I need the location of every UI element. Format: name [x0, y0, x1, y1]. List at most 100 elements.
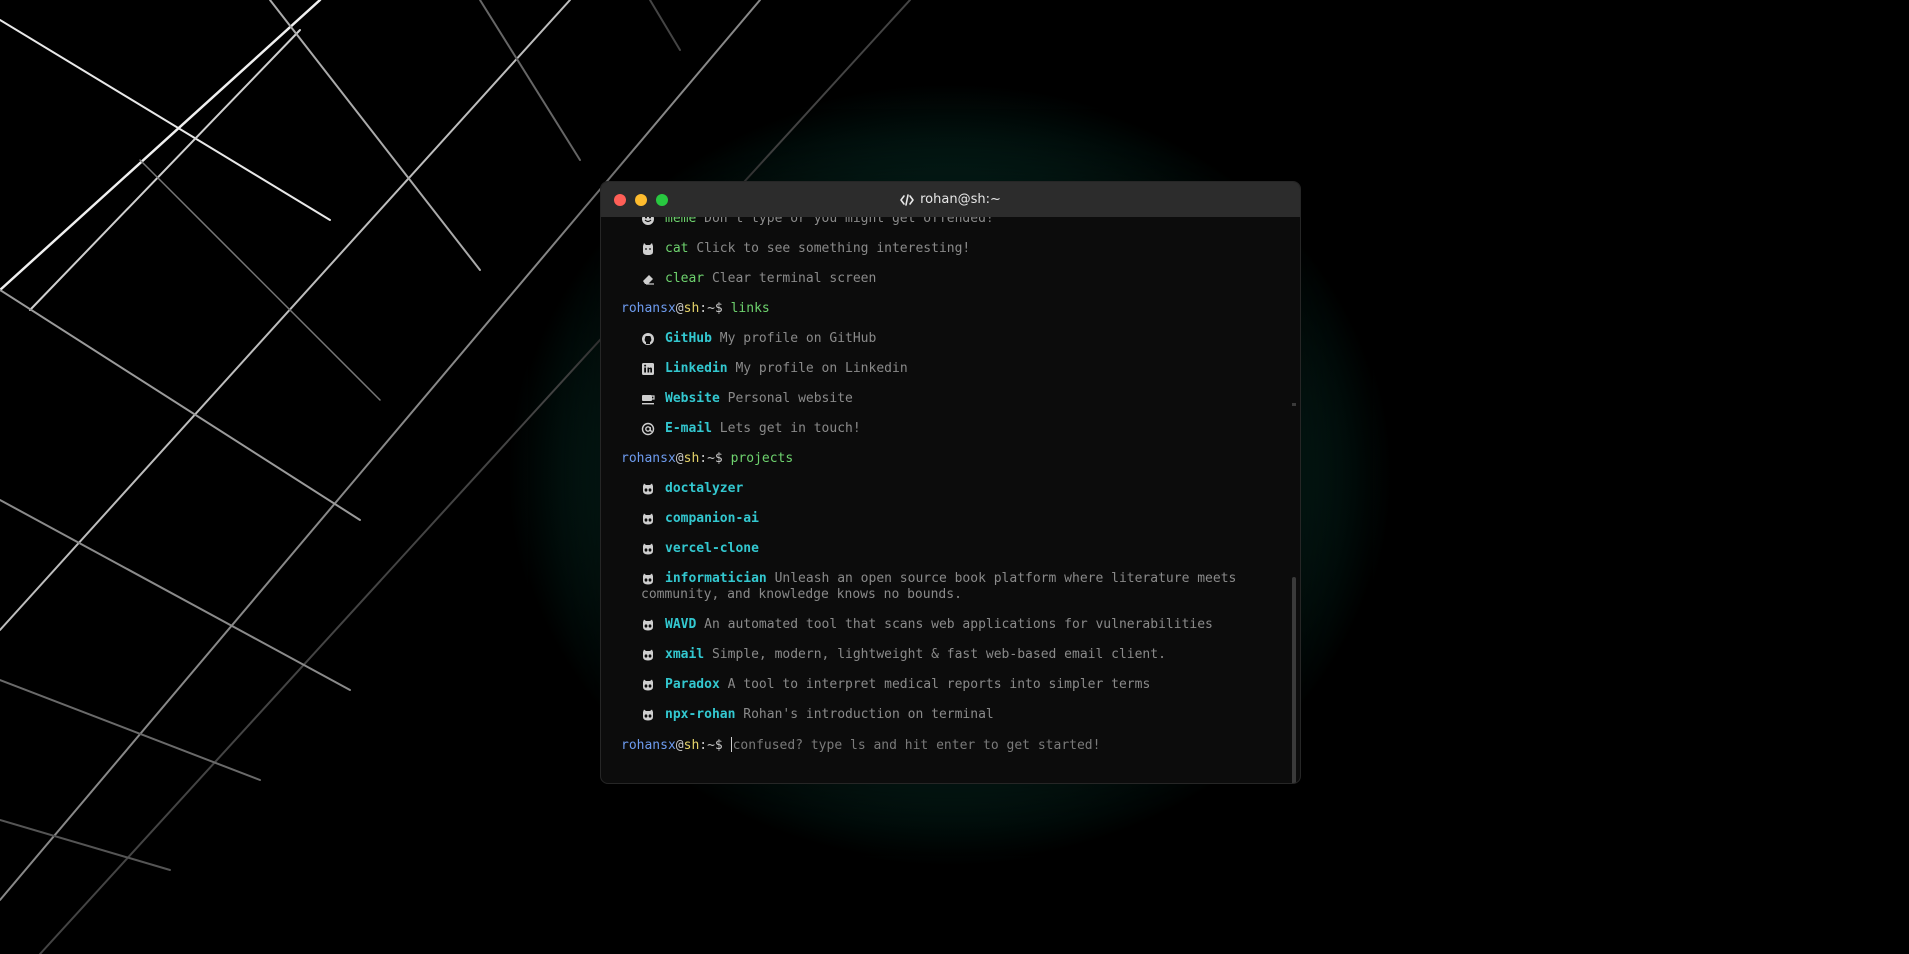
entry-name[interactable]: Paradox [665, 677, 720, 692]
help-item: cat Click to see something interesting! [621, 241, 1261, 257]
help-item: clear Clear terminal screen [621, 271, 1261, 287]
entry-name[interactable]: companion-ai [665, 511, 759, 526]
entry-text: clear Clear terminal screen [641, 271, 1261, 287]
entry-text: npx-rohan Rohan's introduction on termin… [641, 707, 1261, 723]
github-alt-icon [643, 483, 653, 495]
code-icon [900, 193, 914, 206]
entry-name[interactable]: npx-rohan [665, 707, 735, 722]
link-item[interactable]: Linkedin My profile on Linkedin [621, 361, 1261, 377]
entry-description: Lets get in touch! [719, 421, 861, 436]
prompt-line: rohansx@sh:~$ projects [621, 451, 1261, 467]
link-item[interactable]: E-mail Lets get in touch! [621, 421, 1261, 437]
entry-description: Rohan's introduction on terminal [743, 707, 994, 722]
linkedin-icon [642, 363, 654, 375]
help-item: meme Don't type or you might get offende… [621, 217, 1261, 227]
link-item[interactable]: GitHub My profile on GitHub [621, 331, 1261, 347]
window-title-text: rohan@sh:~ [920, 192, 1001, 207]
entry-description: An automated tool that scans web applica… [704, 617, 1213, 632]
entry-text: Paradox A tool to interpret medical repo… [641, 677, 1261, 693]
window-controls [614, 194, 668, 206]
entry-name[interactable]: informatician [665, 571, 767, 586]
project-item[interactable]: npx-rohan Rohan's introduction on termin… [621, 707, 1261, 723]
prompt-line: rohansx@sh:~$ links [621, 301, 1261, 317]
prompt-user: rohansx [621, 451, 676, 466]
minimize-button[interactable] [635, 194, 647, 206]
github-alt-icon [643, 619, 653, 631]
link-item[interactable]: Website Personal website [621, 391, 1261, 407]
project-item[interactable]: Paradox A tool to interpret medical repo… [621, 677, 1261, 693]
entry-text: Website Personal website [641, 391, 1261, 407]
project-item[interactable]: informatician Unleash an open source boo… [621, 571, 1261, 603]
terminal-body[interactable]: meme Don't type or you might get offende… [601, 217, 1300, 783]
entry-description: A tool to interpret medical reports into… [727, 677, 1151, 692]
entry-name[interactable]: doctalyzer [665, 481, 743, 496]
terminal-window: rohan@sh:~ meme Don't type or you might … [600, 181, 1301, 784]
command-text: projects [730, 451, 794, 466]
entry-text: doctalyzer [641, 481, 1261, 497]
prompt-host: sh [683, 451, 700, 466]
github-alt-icon [643, 679, 653, 691]
entry-description: Don't type or you might get offended! [704, 217, 994, 226]
eraser-icon [643, 275, 654, 285]
prompt-host: sh [683, 738, 700, 753]
entry-text: GitHub My profile on GitHub [641, 331, 1261, 347]
github-alt-icon [643, 573, 653, 585]
prompt-at: @ [675, 301, 684, 316]
entry-name[interactable]: E-mail [665, 421, 712, 436]
window-title: rohan@sh:~ [900, 192, 1001, 207]
prompt-host: sh [683, 301, 700, 316]
cat-icon [643, 243, 653, 255]
github-alt-icon [643, 513, 653, 525]
entry-text: informatician Unleash an open source boo… [641, 571, 1261, 603]
smile-icon [642, 217, 654, 225]
command-input[interactable]: confused? type ls and hit enter to get s… [733, 738, 1101, 753]
input-prompt-line: rohansx@sh:~$ confused? type ls and hit … [621, 737, 1261, 754]
close-button[interactable] [614, 194, 626, 206]
entry-text: WAVD An automated tool that scans web ap… [641, 617, 1261, 633]
entry-description: Personal website [727, 391, 853, 406]
at-icon [641, 422, 655, 436]
scrollbar-thumb[interactable] [1292, 577, 1296, 783]
entry-text: Linkedin My profile on Linkedin [641, 361, 1261, 377]
entry-name[interactable]: WAVD [665, 617, 696, 632]
entry-name[interactable]: GitHub [665, 331, 712, 346]
scrollbar-track-top [1292, 403, 1296, 406]
project-item[interactable]: vercel-clone [621, 541, 1261, 557]
github-icon [642, 333, 654, 345]
project-item[interactable]: xmail Simple, modern, lightweight & fast… [621, 647, 1261, 663]
entry-name: meme [665, 217, 697, 226]
title-bar: rohan@sh:~ [601, 182, 1300, 217]
entry-name[interactable]: Website [665, 391, 720, 406]
entry-name[interactable]: Linkedin [665, 361, 728, 376]
entry-description: My profile on GitHub [719, 331, 877, 346]
entry-description: Simple, modern, lightweight & fast web-b… [711, 647, 1166, 662]
coffee-icon [642, 395, 655, 405]
prompt-user: rohansx [621, 738, 676, 753]
prompt-user: rohansx [621, 301, 676, 316]
entry-description: Click to see something interesting! [696, 241, 971, 256]
project-item[interactable]: doctalyzer [621, 481, 1261, 497]
entry-name: clear [665, 271, 705, 286]
entry-text: xmail Simple, modern, lightweight & fast… [641, 647, 1261, 663]
github-alt-icon [643, 543, 653, 555]
entry-name[interactable]: xmail [665, 647, 704, 662]
terminal-output: meme Don't type or you might get offende… [621, 217, 1261, 768]
entry-name: cat [665, 241, 689, 256]
command-text: links [730, 301, 770, 316]
project-item[interactable]: WAVD An automated tool that scans web ap… [621, 617, 1261, 633]
entry-text: companion-ai [641, 511, 1261, 527]
entry-text: E-mail Lets get in touch! [641, 421, 1261, 437]
entry-text: vercel-clone [641, 541, 1261, 557]
entry-name[interactable]: vercel-clone [665, 541, 759, 556]
entry-description: My profile on Linkedin [735, 361, 908, 376]
github-alt-icon [643, 649, 653, 661]
maximize-button[interactable] [656, 194, 668, 206]
prompt-path: :~$ [699, 301, 723, 316]
entry-description: Clear terminal screen [711, 271, 877, 286]
prompt-at: @ [675, 451, 684, 466]
project-item[interactable]: companion-ai [621, 511, 1261, 527]
prompt-at: @ [675, 738, 684, 753]
prompt-path: :~$ [699, 451, 723, 466]
entry-text: cat Click to see something interesting! [641, 241, 1261, 257]
github-alt-icon [643, 709, 653, 721]
